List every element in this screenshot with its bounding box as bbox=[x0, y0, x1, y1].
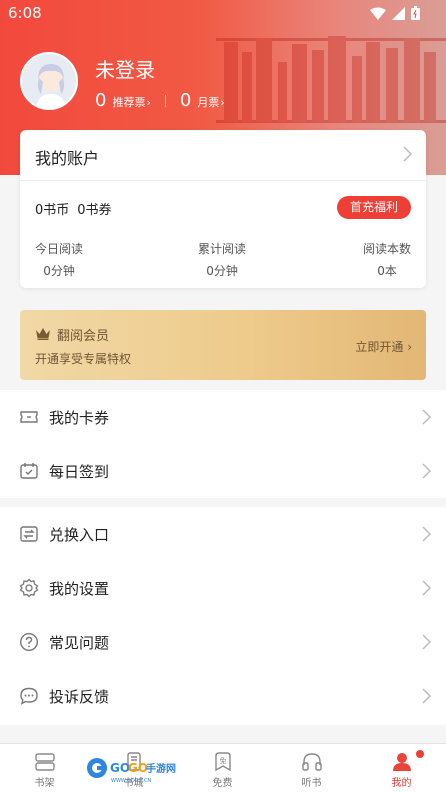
menu-label: 我的卡券 bbox=[49, 409, 110, 427]
menu-item-feedback[interactable]: 投诉反馈 bbox=[0, 669, 446, 723]
stat-label: 累计阅读 bbox=[198, 242, 247, 256]
chevron-right-icon: › bbox=[220, 96, 225, 109]
watermark-logo: GO GO 手游网 WWW.GOGO.CN bbox=[87, 758, 176, 784]
stat-value: 0分钟 bbox=[206, 264, 238, 278]
crown-icon bbox=[36, 328, 50, 340]
vip-title: 翻阅会员 bbox=[57, 329, 110, 344]
menu-item-faq[interactable]: 常见问题 bbox=[0, 615, 446, 669]
battery-icon bbox=[411, 6, 420, 20]
menu-item-coupons[interactable]: 我的卡券 bbox=[0, 390, 446, 444]
tab-label: 免费 bbox=[212, 778, 233, 789]
avatar[interactable] bbox=[20, 52, 78, 110]
svg-text:手游网: 手游网 bbox=[146, 762, 176, 775]
profile-icon bbox=[393, 753, 411, 771]
menu-item-redeem[interactable]: 兑换入口 bbox=[0, 507, 446, 561]
calendar-check-icon bbox=[20, 463, 38, 479]
recommend-count: 0 bbox=[95, 90, 107, 111]
chevron-right-icon bbox=[422, 634, 431, 650]
stat-value: 0本 bbox=[377, 264, 397, 278]
monthly-ticket-link[interactable]: 月票› bbox=[197, 94, 224, 110]
chevron-right-icon: › bbox=[407, 340, 412, 354]
menu-group-1: 我的卡券 每日签到 bbox=[0, 390, 446, 498]
tab-label: 听书 bbox=[301, 778, 322, 789]
bookshelf-icon bbox=[35, 753, 55, 771]
ticket-icon bbox=[20, 411, 38, 423]
vip-banner[interactable]: 翻阅会员 开通享受专属特权 立即开通 › bbox=[20, 310, 426, 380]
menu-item-checkin[interactable]: 每日签到 bbox=[0, 444, 446, 498]
monthly-count: 0 bbox=[179, 90, 192, 111]
headphones-icon bbox=[302, 753, 322, 771]
chevron-right-icon bbox=[422, 409, 431, 425]
divider bbox=[164, 94, 166, 107]
divider bbox=[20, 180, 426, 181]
tab-audiobook[interactable]: 听书 bbox=[267, 744, 356, 793]
svg-text:免: 免 bbox=[220, 756, 227, 765]
stat-books: 阅读本数 0本 bbox=[363, 240, 411, 279]
menu-label: 兑换入口 bbox=[49, 526, 110, 544]
menu-label: 每日签到 bbox=[49, 463, 110, 481]
menu-label: 我的设置 bbox=[49, 580, 110, 598]
tab-mine[interactable]: 我的 bbox=[357, 744, 446, 793]
voucher-balance: 0书券 bbox=[77, 203, 112, 218]
chevron-right-icon bbox=[422, 526, 431, 542]
tab-label: 书架 bbox=[34, 778, 55, 789]
chevron-right-icon bbox=[422, 688, 431, 704]
wifi-icon bbox=[370, 7, 386, 20]
tab-label: 我的 bbox=[391, 778, 412, 789]
svg-text:WWW.GOGO.CN: WWW.GOGO.CN bbox=[111, 778, 151, 784]
vip-open-link[interactable]: 立即开通 › bbox=[355, 338, 412, 355]
stat-total: 累计阅读 0分钟 bbox=[198, 240, 246, 279]
chevron-right-icon bbox=[422, 463, 431, 479]
tab-free[interactable]: 免 免费 bbox=[178, 744, 267, 793]
status-time: 6:08 bbox=[8, 4, 42, 22]
balance: 0书币 0书券 bbox=[35, 199, 120, 218]
coin-balance: 0书币 bbox=[35, 203, 70, 218]
notification-dot bbox=[416, 750, 424, 758]
bottom-tab-bar: 书架 书城 免 免费 听书 我的 bbox=[0, 743, 446, 793]
username[interactable]: 未登录 bbox=[95, 54, 155, 83]
free-icon: 免 bbox=[215, 752, 231, 772]
gear-icon bbox=[19, 578, 39, 598]
signal-icon bbox=[392, 6, 405, 20]
vip-subtitle: 开通享受专属特权 bbox=[35, 352, 132, 366]
tab-bookshelf[interactable]: 书架 bbox=[0, 744, 89, 793]
stat-today: 今日阅读 0分钟 bbox=[35, 240, 83, 279]
recommend-ticket-link[interactable]: 推荐票› bbox=[112, 94, 150, 110]
first-charge-button[interactable]: 首充福利 bbox=[337, 196, 411, 219]
chevron-right-icon bbox=[422, 580, 431, 596]
exchange-icon bbox=[20, 526, 38, 542]
menu-group-2: 兑换入口 我的设置 常见问题 投诉反馈 bbox=[0, 507, 446, 725]
stat-value: 0分钟 bbox=[43, 264, 75, 278]
account-card: 我的账户 0书币 0书券 首充福利 今日阅读 0分钟 累计阅读 0分钟 阅读本数 … bbox=[20, 130, 426, 288]
menu-label: 投诉反馈 bbox=[49, 688, 110, 706]
chevron-right-icon[interactable] bbox=[403, 146, 412, 162]
chevron-right-icon: › bbox=[146, 96, 151, 109]
menu-label: 常见问题 bbox=[49, 634, 110, 652]
chat-bubble-icon bbox=[20, 687, 38, 705]
stat-label: 阅读本数 bbox=[363, 242, 412, 256]
question-icon bbox=[19, 632, 39, 652]
menu-item-settings[interactable]: 我的设置 bbox=[0, 561, 446, 615]
status-bar: 6:08 bbox=[0, 0, 446, 26]
stat-label: 今日阅读 bbox=[35, 242, 84, 256]
ticket-row: 0 推荐票› 0 月票› bbox=[95, 90, 225, 111]
account-title[interactable]: 我的账户 bbox=[35, 145, 99, 169]
